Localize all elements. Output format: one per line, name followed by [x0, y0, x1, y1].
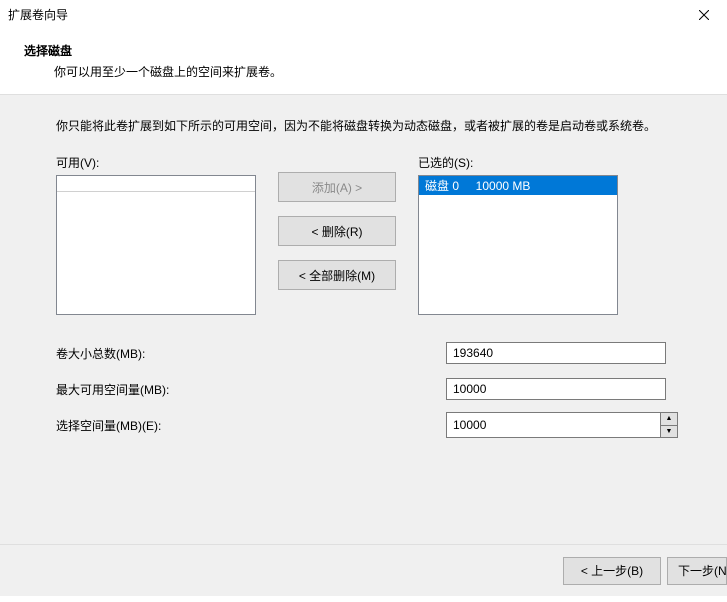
available-list-header [57, 176, 255, 192]
close-icon [699, 10, 709, 20]
disk-lists: 可用(V): 添加(A) > < 删除(R) < 全部删除(M) 已选的(S):… [56, 154, 699, 315]
remove-all-button[interactable]: < 全部删除(M) [278, 260, 396, 290]
spinner-buttons: ▲ ▼ [660, 412, 678, 438]
available-column: 可用(V): [56, 154, 256, 315]
remove-button[interactable]: < 删除(R) [278, 216, 396, 246]
available-label: 可用(V): [56, 154, 256, 171]
total-size-label: 卷大小总数(MB): [56, 345, 446, 362]
window-title: 扩展卷向导 [8, 6, 681, 23]
wizard-footer: < 上一步(B) 下一步(N) > [0, 544, 727, 596]
page-title: 选择磁盘 [24, 42, 703, 59]
wizard-content: 你只能将此卷扩展到如下所示的可用空间，因为不能将磁盘转换为动态磁盘，或者被扩展的… [0, 94, 727, 596]
max-space-row: 最大可用空间量(MB): 10000 [56, 377, 699, 401]
choose-space-row: 选择空间量(MB)(E): ▲ ▼ [56, 413, 699, 437]
max-space-label: 最大可用空间量(MB): [56, 381, 446, 398]
selected-column: 已选的(S): 磁盘 0 10000 MB [418, 154, 618, 315]
page-subtitle: 你可以用至少一个磁盘上的空间来扩展卷。 [54, 63, 703, 80]
spinner-down-button[interactable]: ▼ [660, 425, 678, 439]
size-form: 卷大小总数(MB): 193640 最大可用空间量(MB): 10000 选择空… [56, 341, 699, 437]
close-button[interactable] [681, 0, 727, 30]
total-size-value: 193640 [446, 342, 666, 364]
spinner-up-button[interactable]: ▲ [660, 412, 678, 425]
selected-listbox[interactable]: 磁盘 0 10000 MB [418, 175, 618, 315]
transfer-buttons: 添加(A) > < 删除(R) < 全部删除(M) [278, 172, 396, 290]
list-item[interactable]: 磁盘 0 10000 MB [419, 176, 617, 195]
wizard-header: 选择磁盘 你可以用至少一个磁盘上的空间来扩展卷。 [0, 30, 727, 94]
next-button[interactable]: 下一步(N) > [667, 557, 727, 585]
choose-space-input[interactable] [446, 412, 660, 438]
selected-label: 已选的(S): [418, 154, 618, 171]
explanation-text: 你只能将此卷扩展到如下所示的可用空间，因为不能将磁盘转换为动态磁盘，或者被扩展的… [56, 117, 666, 136]
max-space-value: 10000 [446, 378, 666, 400]
total-size-row: 卷大小总数(MB): 193640 [56, 341, 699, 365]
back-button[interactable]: < 上一步(B) [563, 557, 661, 585]
titlebar: 扩展卷向导 [0, 0, 727, 30]
choose-space-label: 选择空间量(MB)(E): [56, 417, 446, 434]
choose-space-spinner: ▲ ▼ [446, 412, 678, 438]
add-button[interactable]: 添加(A) > [278, 172, 396, 202]
available-listbox[interactable] [56, 175, 256, 315]
